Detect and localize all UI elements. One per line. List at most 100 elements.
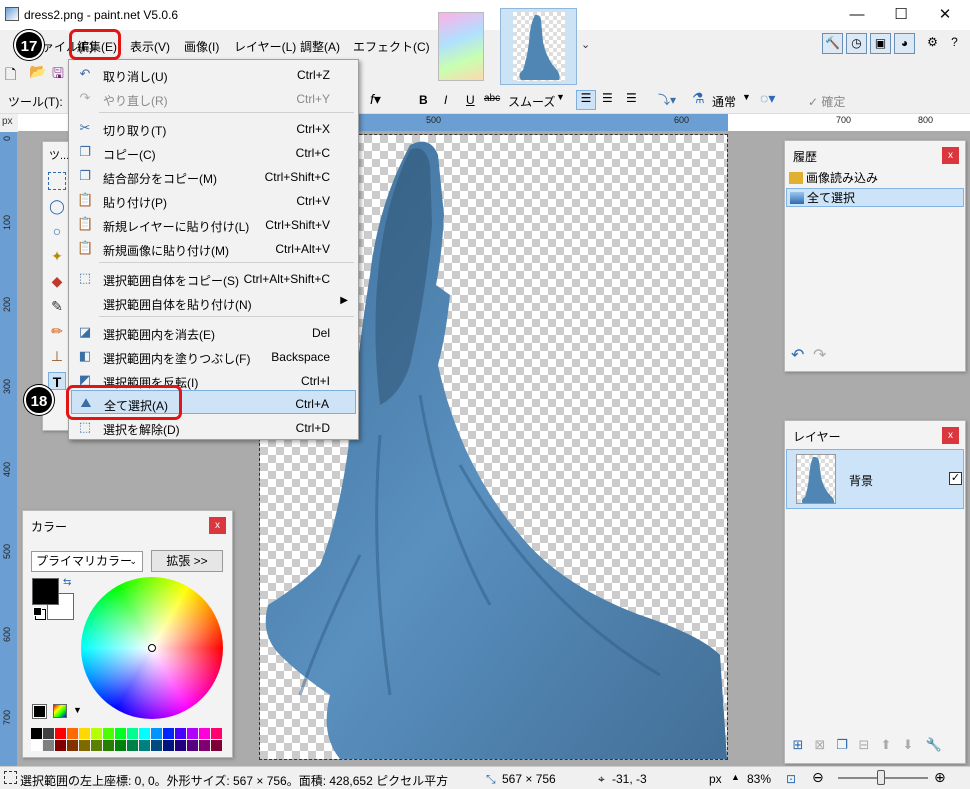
- colors-window-toggle-icon[interactable]: ◕: [894, 33, 915, 54]
- menu-item-paste-new-layer[interactable]: 📋 新規レイヤーに貼り付け(L) Ctrl+Shift+V: [71, 212, 356, 236]
- history-item[interactable]: 画像読み込み: [786, 169, 964, 188]
- palette-swatch[interactable]: [163, 740, 174, 751]
- zoom-out-icon[interactable]: ⊖: [812, 769, 824, 786]
- palette-swatch[interactable]: [139, 728, 150, 739]
- unit-dropdown[interactable]: px: [709, 772, 722, 786]
- redo-icon[interactable]: ↷: [813, 345, 826, 365]
- palette-swatch[interactable]: [211, 740, 222, 751]
- menu-item-paste-new-image[interactable]: 📋 新規画像に貼り付け(M) Ctrl+Alt+V: [71, 236, 356, 260]
- font-icon[interactable]: f▾: [370, 91, 381, 108]
- paint-bucket-icon[interactable]: ◆: [48, 272, 66, 290]
- undo-icon[interactable]: ↶: [791, 345, 804, 365]
- close-button[interactable]: ✕: [930, 4, 960, 26]
- color-mode-dropdown[interactable]: プライマリカラー ⌄: [31, 551, 143, 572]
- palette-swatch[interactable]: [43, 740, 54, 751]
- paintbrush-icon[interactable]: ✎: [48, 297, 66, 315]
- palette-swatch[interactable]: [127, 740, 138, 751]
- chevron-down-icon[interactable]: ⌄: [581, 38, 590, 51]
- layer-visibility-checkbox[interactable]: ✓: [949, 472, 962, 485]
- new-file-icon[interactable]: 🗋: [5, 64, 16, 88]
- blend-path-icon[interactable]: ⤵▾: [658, 91, 676, 108]
- palette-swatch[interactable]: [187, 740, 198, 751]
- chevron-down-icon[interactable]: ▼: [73, 705, 82, 715]
- menu-item-erase-selection[interactable]: ◪ 選択範囲内を消去(E) Del: [71, 320, 356, 344]
- palette-swatch[interactable]: [103, 728, 114, 739]
- palette-swatch[interactable]: [79, 728, 90, 739]
- chevron-up-icon[interactable]: ▲: [731, 772, 740, 782]
- palette-swatch[interactable]: [79, 740, 90, 751]
- palette-swatch[interactable]: [187, 728, 198, 739]
- ellipse-select-icon[interactable]: ○: [48, 222, 66, 240]
- primary-color-swatch[interactable]: [32, 578, 59, 605]
- menu-layers[interactable]: レイヤー(L): [234, 38, 296, 55]
- palette-swatch[interactable]: [103, 740, 114, 751]
- menu-item-undo[interactable]: ↶ 取り消し(U) Ctrl+Z: [71, 62, 356, 86]
- underline-button[interactable]: U: [466, 93, 475, 107]
- save-icon[interactable]: 🖫: [52, 63, 64, 87]
- duplicate-layer-icon[interactable]: ❐: [833, 737, 851, 755]
- zoom-level[interactable]: 83%: [747, 772, 771, 786]
- chevron-down-icon[interactable]: ▼: [742, 92, 751, 102]
- pencil-icon[interactable]: ✏: [48, 322, 66, 340]
- menu-item-cut[interactable]: ✂ 切り取り(T) Ctrl+X: [71, 116, 356, 140]
- align-left-icon[interactable]: ☰: [576, 90, 596, 110]
- antialias-dropdown[interactable]: スムーズ: [508, 93, 555, 110]
- rectangle-select-icon[interactable]: [48, 172, 66, 190]
- palette-swatch[interactable]: [91, 740, 102, 751]
- color-palette[interactable]: [31, 728, 225, 752]
- history-close-button[interactable]: x: [942, 147, 959, 164]
- minimize-button[interactable]: —: [842, 4, 872, 26]
- palette-swatch[interactable]: [151, 728, 162, 739]
- color-wheel-cursor[interactable]: [148, 644, 156, 652]
- palette-swatch[interactable]: [31, 728, 42, 739]
- selection-mode-icon[interactable]: ◌▾: [760, 90, 775, 107]
- align-center-icon[interactable]: ☰: [602, 91, 613, 105]
- layer-row[interactable]: 背景 ✓: [786, 449, 964, 509]
- palette-swatch[interactable]: [43, 728, 54, 739]
- finish-button[interactable]: ✓ 確定: [808, 93, 845, 110]
- colors-close-button[interactable]: x: [209, 517, 226, 534]
- text-tool-icon[interactable]: T: [48, 372, 66, 390]
- align-right-icon[interactable]: ☰: [626, 91, 637, 105]
- tools-window-toggle-icon[interactable]: 🔨: [822, 33, 843, 54]
- help-icon[interactable]: ?: [944, 33, 965, 54]
- merge-layer-icon[interactable]: ⊟: [855, 737, 873, 755]
- menu-image[interactable]: 画像(I): [184, 38, 219, 55]
- lasso-select-icon[interactable]: ◯: [48, 197, 66, 215]
- zoom-slider-handle[interactable]: [877, 770, 885, 785]
- menu-effects[interactable]: エフェクト(C): [353, 38, 430, 55]
- layers-window-toggle-icon[interactable]: ▣: [870, 33, 891, 54]
- history-window-toggle-icon[interactable]: ◷: [846, 33, 867, 54]
- menu-item-redo[interactable]: ↷ やり直し(R) Ctrl+Y: [71, 86, 356, 110]
- palette-swatch[interactable]: [163, 728, 174, 739]
- palette-swatch[interactable]: [151, 740, 162, 751]
- move-layer-down-icon[interactable]: ⬇: [899, 737, 917, 755]
- menu-item-fill-selection[interactable]: ◧ 選択範囲内を塗りつぶし(F) Backspace: [71, 344, 356, 368]
- palette-swatch[interactable]: [31, 740, 42, 751]
- italic-button[interactable]: I: [444, 93, 447, 107]
- add-layer-icon[interactable]: ⊞: [789, 737, 807, 755]
- layers-close-button[interactable]: x: [942, 427, 959, 444]
- menu-view[interactable]: 表示(V): [130, 38, 170, 55]
- bold-button[interactable]: B: [419, 93, 428, 107]
- reset-colors-icon[interactable]: [33, 607, 42, 616]
- palette-swatch[interactable]: [91, 728, 102, 739]
- blend-mode-dropdown[interactable]: 通常: [712, 93, 736, 110]
- swap-colors-icon[interactable]: ⇆: [63, 577, 71, 588]
- chevron-down-icon[interactable]: ▼: [556, 92, 565, 102]
- menu-item-paste-selection[interactable]: 選択範囲自体を貼り付け(N) ▶: [71, 290, 356, 314]
- menu-adjustments[interactable]: 調整(A): [300, 38, 340, 55]
- move-layer-up-icon[interactable]: ⬆: [877, 737, 895, 755]
- menu-item-copy-selection[interactable]: ⬚ 選択範囲自体をコピー(S) Ctrl+Alt+Shift+C: [71, 266, 356, 290]
- menu-item-copy-merged[interactable]: ❐ 結合部分をコピー(M) Ctrl+Shift+C: [71, 164, 356, 188]
- palette-menu-icon[interactable]: [32, 704, 47, 719]
- zoom-in-icon[interactable]: ⊕: [934, 769, 946, 786]
- settings-gear-icon[interactable]: ⚙: [922, 33, 943, 54]
- palette-icon[interactable]: [53, 704, 67, 718]
- clone-stamp-icon[interactable]: ⊥: [48, 347, 66, 365]
- expand-button[interactable]: 拡張 >>: [151, 550, 223, 572]
- palette-swatch[interactable]: [55, 728, 66, 739]
- history-item[interactable]: 全て選択: [786, 188, 964, 207]
- zoom-fit-icon[interactable]: ⊡: [786, 772, 796, 786]
- menu-item-paste[interactable]: 📋 貼り付け(P) Ctrl+V: [71, 188, 356, 212]
